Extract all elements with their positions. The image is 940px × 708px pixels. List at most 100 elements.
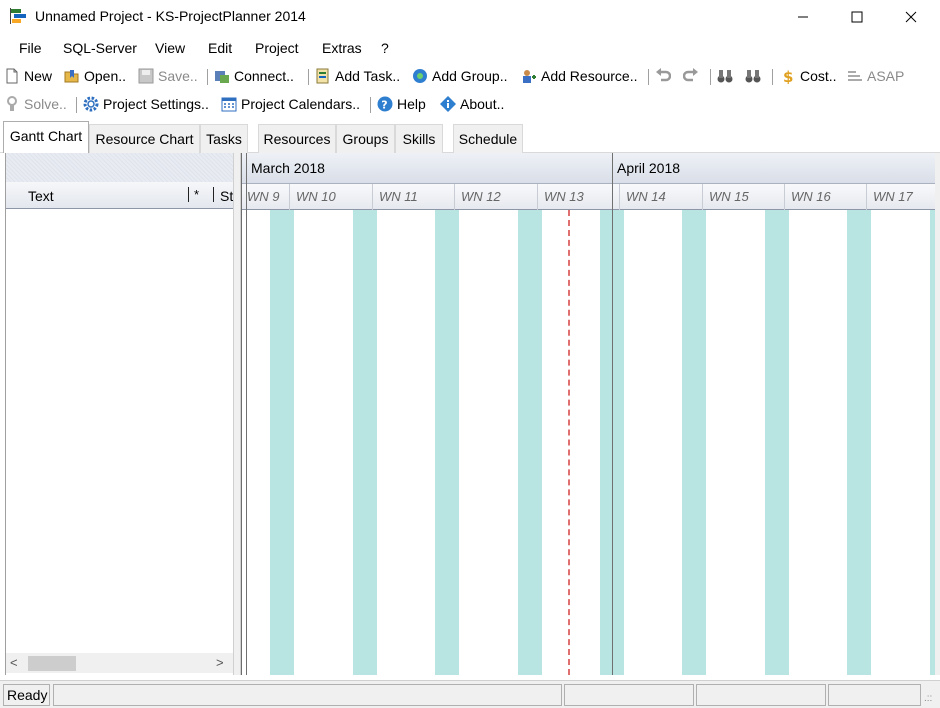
add-group-button[interactable]: Add Group..	[412, 65, 508, 87]
solve-icon	[7, 96, 17, 111]
connect-button[interactable]: Connect..	[214, 65, 294, 87]
title-bar: Unnamed Project - KS-ProjectPlanner 2014	[0, 0, 940, 33]
help-icon: ?	[377, 96, 393, 112]
week-divider	[372, 184, 373, 210]
svg-text:$: $	[783, 68, 793, 84]
add-group-icon	[413, 69, 427, 83]
status-panel	[53, 684, 562, 706]
month-label-march: March 2018	[251, 160, 325, 176]
tab-resources[interactable]: Resources	[258, 124, 336, 153]
project-calendars-button[interactable]: Project Calendars..	[221, 93, 360, 115]
gear-icon	[83, 96, 99, 112]
project-settings-label: Project Settings..	[103, 96, 209, 112]
menu-extras[interactable]: Extras	[322, 40, 362, 56]
toolbar-separator	[710, 69, 711, 85]
week-label: WN 13	[544, 189, 584, 204]
cost-button[interactable]: $ Cost..	[780, 65, 837, 87]
project-settings-button[interactable]: Project Settings..	[83, 93, 209, 115]
scroll-right-icon[interactable]: >	[216, 655, 224, 670]
weekend-band	[847, 210, 871, 675]
tab-resource-chart[interactable]: Resource Chart	[89, 124, 200, 153]
column-divider[interactable]	[188, 187, 189, 202]
today-line	[568, 210, 570, 675]
week-divider	[619, 184, 620, 210]
dollar-icon: $	[783, 68, 793, 84]
find-next-button[interactable]	[745, 65, 761, 87]
status-panel	[696, 684, 826, 706]
add-resource-button[interactable]: Add Resource..	[521, 65, 638, 87]
save-button[interactable]: Save..	[138, 65, 198, 87]
status-bar: Ready .::	[0, 680, 940, 708]
scroll-left-icon[interactable]: <	[10, 655, 18, 670]
week-label: WN 12	[461, 189, 501, 204]
add-task-button[interactable]: Add Task..	[315, 65, 400, 87]
add-task-label: Add Task..	[335, 68, 401, 84]
help-button[interactable]: ? Help	[377, 93, 426, 115]
add-resource-icon	[523, 70, 536, 83]
minimize-button[interactable]	[780, 0, 826, 33]
asap-button[interactable]: ASAP	[847, 65, 904, 87]
close-icon	[905, 11, 917, 22]
menu-help[interactable]: ?	[381, 40, 389, 56]
month-label-april: April 2018	[617, 160, 681, 176]
menu-sql-server[interactable]: SQL-Server	[63, 40, 137, 56]
minimize-icon	[798, 16, 808, 17]
week-label: WN 14	[626, 189, 666, 204]
svg-text:?: ?	[381, 99, 387, 112]
about-button[interactable]: About..	[440, 93, 504, 115]
menu-edit[interactable]: Edit	[208, 40, 232, 56]
month-separator	[612, 153, 613, 675]
toolbar-separator	[207, 69, 208, 85]
open-folder-icon	[64, 70, 79, 83]
solve-button[interactable]: Solve..	[4, 93, 67, 115]
menu-view[interactable]: View	[155, 40, 185, 56]
tab-schedule[interactable]: Schedule	[453, 124, 523, 153]
close-button[interactable]	[888, 0, 934, 33]
main-toolbar: New Open.. Save.. Connect.. Add Task.. A…	[0, 63, 940, 89]
open-button[interactable]: Open..	[64, 65, 126, 87]
new-document-icon	[6, 68, 18, 84]
new-label: New	[24, 68, 53, 84]
tab-tasks[interactable]: Tasks	[200, 124, 248, 153]
gantt-chart[interactable]: March 2018 April 2018 WN 9 WN 10 WN 11 WN 1…	[241, 153, 935, 675]
column-divider[interactable]	[213, 187, 214, 202]
pane-splitter[interactable]	[233, 153, 241, 675]
resize-grip-icon[interactable]: .::	[924, 693, 932, 704]
menu-project[interactable]: Project	[255, 40, 299, 56]
month-header-row: March 2018 April 2018	[242, 153, 935, 184]
status-panel	[564, 684, 694, 706]
week-label: WN 15	[709, 189, 749, 204]
grid-header-band	[6, 153, 234, 182]
find-button[interactable]	[717, 65, 733, 87]
weekend-band	[270, 210, 294, 675]
project-calendars-label: Project Calendars..	[241, 96, 361, 112]
column-st-header[interactable]: St	[220, 188, 233, 204]
undo-button[interactable]	[655, 65, 671, 87]
column-star-header[interactable]: *	[194, 187, 199, 202]
week-divider	[784, 184, 785, 210]
connect-label: Connect..	[234, 68, 294, 84]
week-divider	[289, 184, 290, 210]
tab-skills[interactable]: Skills	[395, 124, 443, 153]
add-task-icon	[316, 68, 329, 84]
binoculars-icon	[717, 70, 733, 83]
week-divider	[537, 184, 538, 210]
menu-file[interactable]: File	[19, 40, 42, 56]
new-button[interactable]: New	[4, 65, 52, 87]
solve-label: Solve..	[24, 96, 67, 112]
column-text-header[interactable]: Text	[28, 188, 54, 204]
grid-column-header: Text * St	[6, 182, 234, 209]
week-label: WN 17	[873, 189, 913, 204]
database-connect-icon	[215, 71, 229, 83]
redo-button[interactable]	[683, 65, 699, 87]
horizontal-scrollbar[interactable]: < >	[6, 653, 234, 673]
status-text: Ready	[7, 687, 48, 703]
undo-icon	[656, 68, 671, 82]
tab-groups[interactable]: Groups	[336, 124, 395, 153]
task-grid[interactable]: Text * St < >	[5, 153, 234, 675]
week-header-row: WN 9 WN 10 WN 11 WN 12 WN 13 WN 14 WN 15 WN 16 W…	[242, 184, 935, 210]
tab-gantt-chart[interactable]: Gantt Chart	[3, 121, 89, 153]
scrollbar-thumb[interactable]	[28, 656, 76, 671]
maximize-button[interactable]	[834, 0, 880, 33]
month-separator	[246, 153, 247, 675]
